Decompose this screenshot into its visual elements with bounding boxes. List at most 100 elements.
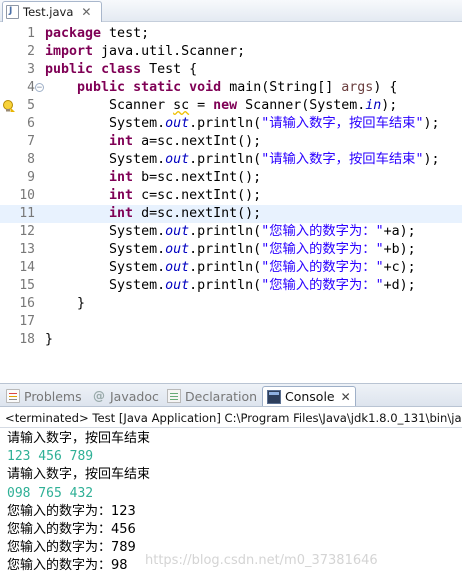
code-token: "您输入的数字为：" — [261, 224, 384, 239]
code-token: int — [109, 134, 134, 149]
code-line[interactable]: 6 System.out.println("请输入数字，按回车结束"); — [0, 115, 462, 133]
line-number: 15 — [19, 278, 35, 293]
code-line[interactable]: 2 import java.util.Scanner; — [0, 43, 462, 61]
close-icon[interactable]: ✕ — [81, 5, 91, 19]
line-number: 13 — [19, 242, 35, 257]
code-text: System.out.println("请输入数字，按回车结束"); — [45, 151, 439, 169]
code-text: System.out.println("请输入数字，按回车结束"); — [45, 115, 439, 133]
code-token: int — [109, 170, 134, 185]
code-token: java.util.Scanner; — [93, 44, 246, 59]
line-number: 17 — [19, 314, 35, 329]
line-number: 5 — [27, 98, 35, 113]
code-token: = — [189, 98, 214, 113]
code-token: int — [109, 188, 134, 203]
line-number: 11 — [19, 206, 35, 221]
editor-tab-bar: Test.java ✕ — [0, 0, 462, 22]
code-token: d=sc.nextInt(); — [133, 206, 262, 221]
view-tab-javadoc[interactable]: @ Javadoc — [92, 386, 159, 406]
code-line[interactable]: 7 int a=sc.nextInt(); — [0, 133, 462, 151]
view-tab-declaration[interactable]: Declaration — [167, 386, 257, 406]
code-line[interactable]: 1 package test; — [0, 25, 462, 43]
code-line[interactable]: 15 System.out.println("您输入的数字为："+d); — [0, 277, 462, 295]
code-text: System.out.println("您输入的数字为："+b); — [45, 241, 416, 259]
code-token: ); — [381, 98, 398, 113]
code-token: c=sc.nextInt(); — [133, 188, 262, 203]
code-line[interactable]: 13 System.out.println("您输入的数字为："+b); — [0, 241, 462, 259]
code-token: b=sc.nextInt(); — [133, 170, 262, 185]
line-number: 8 — [27, 152, 35, 167]
code-token: +c); — [383, 260, 416, 275]
code-text: } — [45, 331, 53, 349]
code-token: import — [45, 44, 94, 59]
code-line[interactable]: 16 } — [0, 295, 462, 313]
code-token: int — [109, 206, 134, 221]
line-number: 16 — [19, 296, 35, 311]
code-line[interactable]: 14 System.out.println("您输入的数字为："+c); — [0, 259, 462, 277]
code-token: .println( — [189, 116, 262, 131]
code-line[interactable]: 18} — [0, 331, 462, 349]
console-output-line: 您输入的数字为：98 — [7, 558, 128, 574]
code-token: .println( — [189, 152, 262, 167]
code-token: .println( — [189, 242, 262, 257]
code-token: Scanner(System. — [237, 98, 366, 113]
code-token: .println( — [189, 224, 262, 239]
code-token: in — [365, 98, 382, 113]
watermark: https://blog.csdn.net/m0_37381646 — [145, 553, 378, 568]
code-editor[interactable]: 1 package test; 2 import java.util.Scanner;… — [0, 22, 462, 378]
view-tab-problems[interactable]: Problems — [6, 386, 82, 406]
line-number: 4 — [27, 80, 35, 95]
code-token: +a); — [383, 224, 416, 239]
code-line[interactable]: 10 int c=sc.nextInt(); — [0, 187, 462, 205]
java-file-icon — [6, 5, 19, 19]
close-icon[interactable]: ✕ — [341, 390, 351, 404]
warning-lightbulb-icon[interactable] — [2, 99, 16, 113]
code-token: System. — [45, 278, 166, 293]
code-text: public class Test { — [45, 61, 197, 79]
code-token: out — [165, 260, 190, 275]
fold-collapse-icon[interactable]: − — [35, 83, 44, 93]
code-line[interactable]: 4− public static void main(String[] args… — [0, 79, 462, 97]
code-token: ); — [423, 116, 440, 131]
code-line[interactable]: 17 — [0, 313, 462, 331]
code-line[interactable]: 9 int b=sc.nextInt(); — [0, 169, 462, 187]
code-line[interactable]: 3 public class Test { — [0, 61, 462, 79]
code-token: ); — [423, 152, 440, 167]
code-token: .println( — [189, 260, 262, 275]
line-number: 1 — [27, 26, 35, 41]
code-token: } — [45, 296, 86, 311]
code-line[interactable]: 11 int d=sc.nextInt(); — [0, 205, 462, 223]
code-token: "您输入的数字为：" — [261, 260, 384, 275]
code-token: class — [101, 62, 142, 77]
code-line[interactable]: 12 System.out.println("您输入的数字为："+a); — [0, 223, 462, 241]
code-text: int b=sc.nextInt(); — [45, 169, 261, 187]
code-token: Test { — [141, 62, 198, 77]
javadoc-icon: @ — [93, 389, 105, 403]
line-number: 10 — [19, 188, 35, 203]
console-input-line: 123 456 789 — [7, 449, 94, 465]
editor-tab-label: Test.java — [23, 5, 74, 19]
view-tab-console[interactable]: Console ✕ — [262, 386, 356, 406]
editor-tab-test-java[interactable]: Test.java ✕ — [2, 1, 102, 22]
code-token: } — [45, 332, 54, 347]
code-token: test; — [101, 26, 150, 41]
code-token: out — [165, 242, 190, 257]
view-tab-label: Problems — [24, 388, 82, 404]
problems-icon — [6, 389, 20, 403]
code-token: out — [165, 116, 190, 131]
code-text: System.out.println("您输入的数字为："+d); — [45, 277, 416, 295]
declaration-icon — [167, 389, 181, 403]
code-text: package test; — [45, 25, 149, 43]
code-token: System. — [45, 152, 166, 167]
code-token: Scanner — [45, 98, 174, 113]
code-line[interactable]: 8 System.out.println("请输入数字，按回车结束"); — [0, 151, 462, 169]
code-text: } — [45, 295, 85, 313]
console-output-line: 请输入数字，按回车结束 — [7, 431, 151, 446]
console-output-line: 您输入的数字为：123 — [7, 503, 136, 519]
code-token: new — [213, 98, 238, 113]
code-line[interactable]: 5 Scanner sc = new Scanner(System.in); — [0, 97, 462, 115]
